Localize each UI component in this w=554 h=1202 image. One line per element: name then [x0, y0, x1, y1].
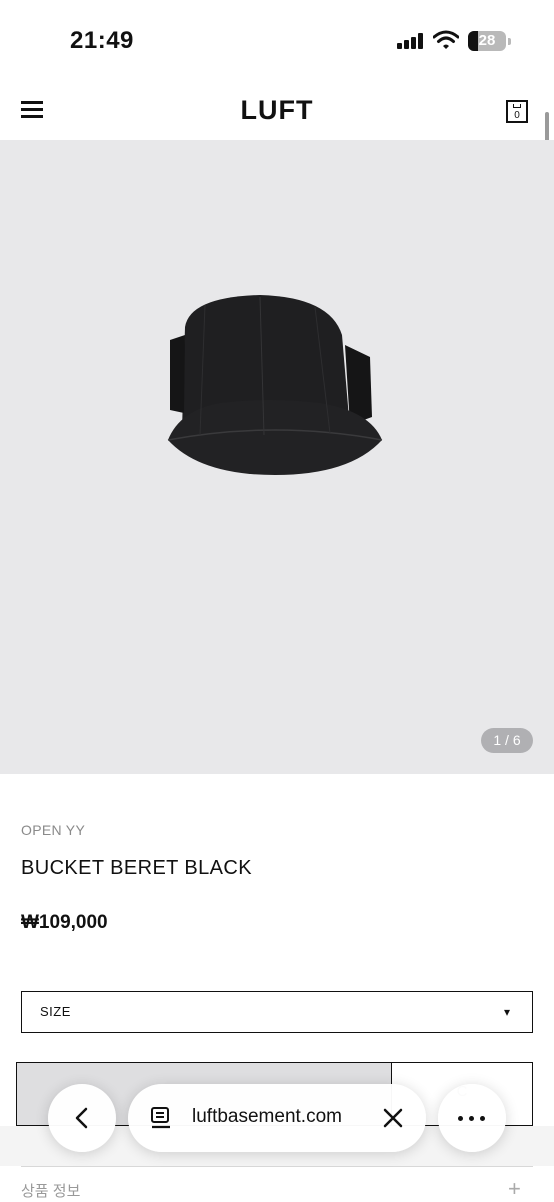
battery-level: 28	[478, 32, 496, 49]
product-image	[167, 295, 383, 475]
product-info-toggle[interactable]: 상품 정보	[21, 1180, 80, 1201]
wifi-icon	[433, 30, 459, 49]
more-icon	[458, 1116, 486, 1121]
browser-address-bar[interactable]: luftbasement.com	[128, 1084, 426, 1152]
image-counter: 1 / 6	[481, 728, 533, 753]
browser-more-button[interactable]	[438, 1084, 506, 1152]
battery-tip	[508, 38, 511, 45]
product-image-gallery[interactable]: 1 / 6	[0, 140, 554, 774]
battery-icon: 28	[468, 31, 506, 51]
size-select-label: SIZE	[40, 1004, 71, 1019]
page-icon	[151, 1107, 170, 1129]
cart-handle	[513, 104, 521, 108]
cart-count: 0	[514, 110, 520, 121]
cart-icon[interactable]: 0	[506, 100, 528, 123]
divider	[21, 1166, 533, 1167]
close-icon[interactable]	[382, 1107, 404, 1129]
caret-down-icon: ▾	[504, 1005, 511, 1019]
product-name: BUCKET BERET BLACK	[21, 857, 252, 879]
status-time: 21:49	[70, 27, 134, 54]
product-brand[interactable]: OPEN YY	[21, 822, 85, 838]
back-icon	[75, 1107, 88, 1129]
browser-url: luftbasement.com	[192, 1106, 342, 1127]
browser-back-button[interactable]	[48, 1084, 116, 1152]
signal-icon	[397, 33, 427, 49]
site-logo[interactable]: LUFT	[0, 95, 554, 126]
size-select[interactable]: SIZE ▾	[21, 991, 533, 1033]
status-bar: 21:49 28	[0, 0, 554, 80]
site-header: LUFT 0	[0, 80, 554, 140]
plus-icon[interactable]: +	[508, 1176, 521, 1202]
product-price: ₩109,000	[21, 912, 108, 933]
